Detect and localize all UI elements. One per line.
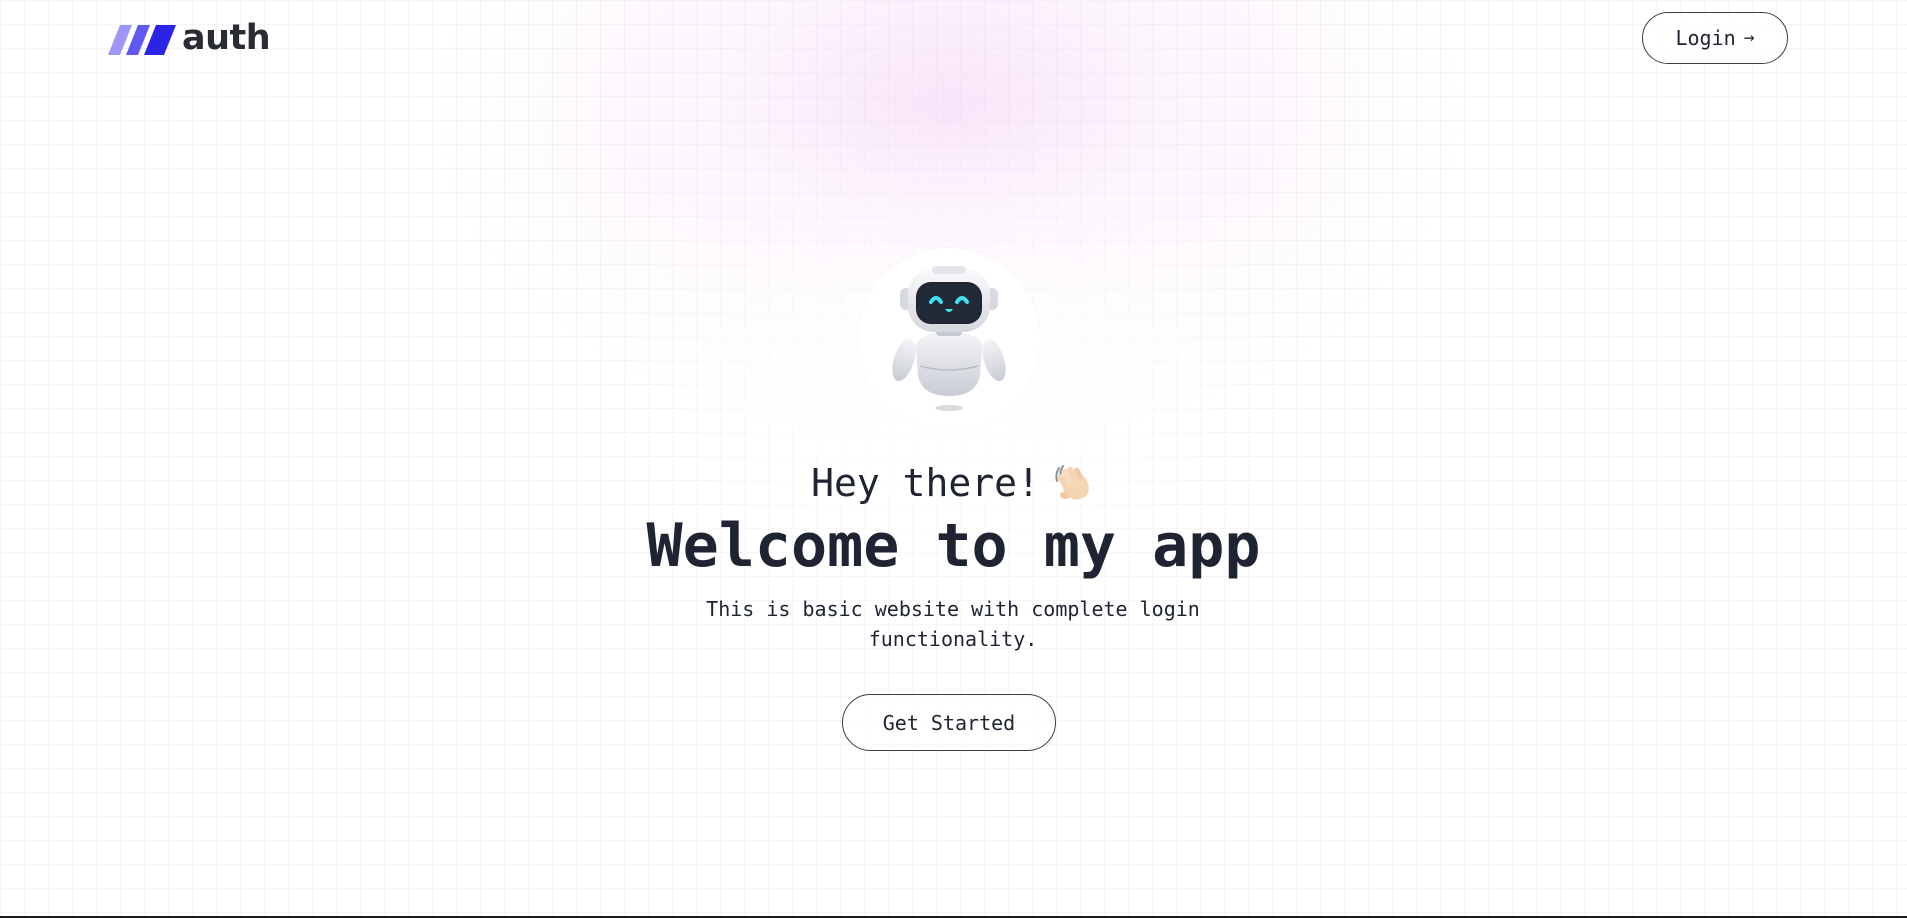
get-started-button-label: Get Started (882, 710, 1016, 735)
login-button-label: Login (1675, 26, 1736, 50)
page-title: Welcome to my app (646, 511, 1261, 581)
greeting-text: Hey there! (811, 461, 1040, 505)
get-started-button[interactable]: Get Started (842, 694, 1056, 751)
logo[interactable]: auth (108, 18, 271, 58)
arrow-right-icon: → (1743, 27, 1755, 48)
robot-icon (892, 266, 1006, 411)
avatar (858, 248, 1040, 430)
waving-hand-icon (1055, 465, 1089, 500)
login-button[interactable]: Login → (1642, 12, 1788, 64)
greeting: Hey there! (0, 455, 1907, 511)
page-subtitle: This is basic website with complete logi… (706, 597, 1200, 651)
logo-text: auth (182, 18, 271, 58)
logo-stripes-icon (108, 25, 176, 55)
